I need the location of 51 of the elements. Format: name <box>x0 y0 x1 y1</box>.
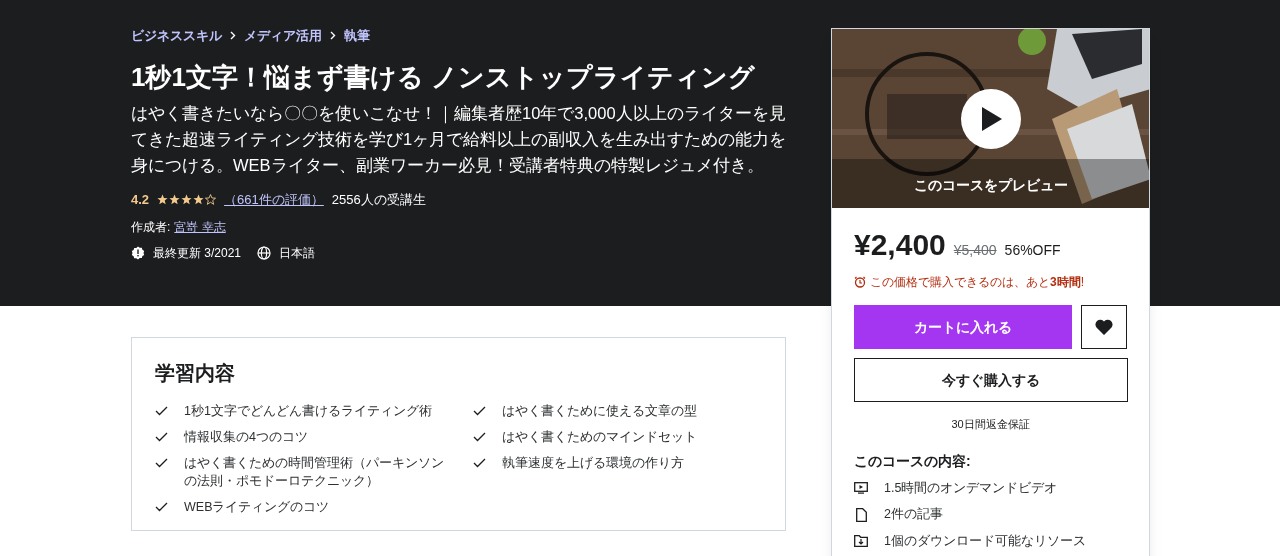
chevron-icon <box>330 31 336 41</box>
course-description: はやく書きたいなら〇〇を使いこなせ！｜編集者歴10年で3,000人以上のライターを見てきた超速ライティング技術を学び1ヶ月で給料以上の副収入を生み出すための能力を身につける。WEBライター、副業ワーカー必見！受講者特典の特製レジュメ付き。 <box>131 102 788 176</box>
checkmark-icon <box>472 458 486 468</box>
includes-item: 1.5時間のオンデマンドビデオ <box>884 479 1058 497</box>
add-to-cart-button[interactable]: カートに入れる <box>854 305 1073 349</box>
author-link[interactable]: 宮嵜 幸志 <box>174 218 226 236</box>
checkmark-icon <box>155 502 168 512</box>
folder-download-icon <box>854 535 868 548</box>
buy-now-button[interactable]: 今すぐ購入する <box>854 358 1128 402</box>
learning-item: 情報収集の4つのコツ <box>184 429 308 446</box>
last-updated-text: 最終更新 3/2021 <box>153 245 242 262</box>
discount: 56%OFF <box>1004 241 1061 260</box>
price: ¥2,400 <box>854 227 946 263</box>
course-title: 1秒1文字！悩まず書ける ノンストップライティング <box>131 60 757 94</box>
rating-score: 4.2 <box>131 190 150 209</box>
checkmark-icon <box>472 432 486 442</box>
author-label: 作成者: <box>131 219 171 236</box>
section-heading: 学習内容 <box>155 361 236 386</box>
play-icon <box>980 107 1002 131</box>
original-price: ¥5,400 <box>953 241 997 260</box>
alarm-clock-icon <box>854 276 866 288</box>
learning-item: はやく書くために使える文章の型 <box>501 403 697 420</box>
includes-heading: このコースの内容: <box>854 451 972 471</box>
preview-video[interactable]: このコースをプレビュー <box>832 29 1149 208</box>
video-icon <box>854 481 868 494</box>
learning-item: 執筆速度を上げる環境の作り方 <box>501 455 684 472</box>
timer-text: この価格で購入できるのは、あと3時間! <box>870 274 1085 291</box>
breadcrumb-link[interactable]: ビジネススキル <box>131 26 222 46</box>
reviews-link[interactable]: （661件の評価） <box>224 189 324 209</box>
guarantee-text: 30日間返金保証 <box>950 417 1031 432</box>
preview-caption: このコースをプレビュー <box>912 176 1069 195</box>
language-text: 日本語 <box>279 245 316 262</box>
globe-icon <box>257 246 272 260</box>
checkmark-icon <box>155 406 168 416</box>
checkmark-icon <box>155 458 168 468</box>
checkmark-icon <box>472 406 486 416</box>
heart-icon <box>1095 319 1114 335</box>
breadcrumb-link[interactable]: 執筆 <box>344 26 370 46</box>
chevron-icon <box>230 31 236 41</box>
breadcrumb-link[interactable]: メディア活用 <box>244 26 322 46</box>
document-icon <box>855 507 867 522</box>
learning-item: WEBライティングのコツ <box>184 499 330 516</box>
learning-item: はやく書くための時間管理術（パーキンソンの法則・ポモドーロテクニック） <box>184 455 445 490</box>
learning-item: はやく書くためのマインドセット <box>501 429 697 446</box>
includes-item: 1個のダウンロード可能なリソース <box>884 533 1086 550</box>
student-count: 2556人の受講生 <box>331 190 426 209</box>
alert-badge-icon <box>131 246 145 260</box>
checkmark-icon <box>155 432 168 442</box>
learning-item: 1秒1文字でどんどん書けるライティング術 <box>184 403 432 420</box>
includes-item: 2件の記事 <box>884 506 943 524</box>
wishlist-button[interactable] <box>1081 305 1127 349</box>
